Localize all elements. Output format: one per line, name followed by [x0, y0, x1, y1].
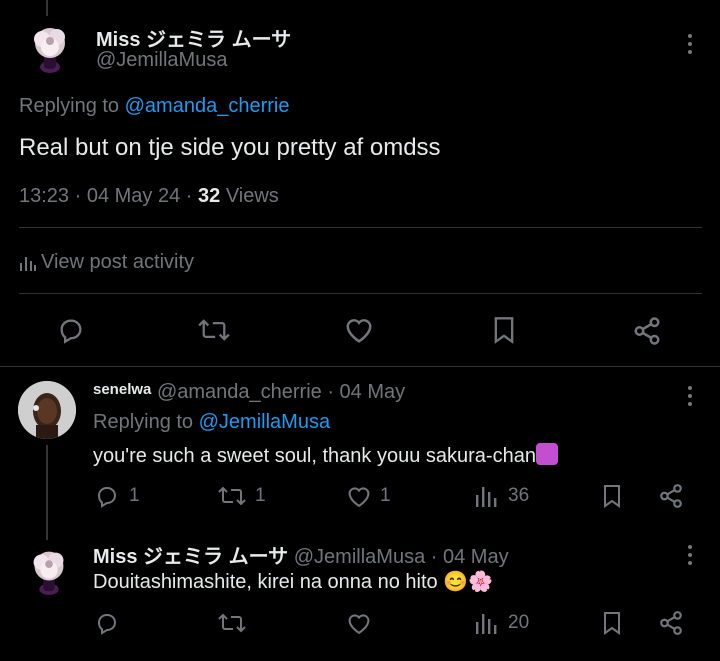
retweet-icon[interactable] [218, 484, 246, 508]
reply-text-body: you're such a sweet soul, thank youu sak… [93, 445, 536, 467]
avatar[interactable] [18, 381, 76, 439]
heart-emoji: 💟 [535, 443, 558, 465]
thread-line-top [46, 0, 48, 16]
retweet-icon[interactable] [198, 316, 230, 344]
reply-count: 1 [129, 485, 140, 506]
user-handle[interactable]: @amanda_cherrie [157, 381, 322, 403]
post-activity-label[interactable]: View post activity [41, 251, 194, 273]
display-name[interactable]: Miss ジェミラ ムーサ [93, 546, 288, 568]
display-name[interactable]: senelwa [93, 381, 151, 398]
replying-to-line: Replying to @JemillaMusa [93, 411, 330, 434]
analytics-icon[interactable] [475, 485, 497, 507]
user-handle[interactable]: @JemillaMusa [96, 49, 227, 72]
retweet-icon[interactable] [218, 611, 246, 635]
like-icon[interactable] [346, 485, 372, 508]
reply-header: Miss ジェミラ ムーサ @JemillaMusa · 04 May [93, 540, 509, 569]
user-handle[interactable]: @JemillaMusa [294, 546, 425, 568]
views-label: Views [225, 185, 279, 207]
divider [19, 293, 702, 294]
smile-flower-emoji: 😊🌸 [443, 571, 494, 593]
like-count: 1 [380, 485, 391, 506]
view-count: 20 [508, 612, 530, 633]
reply-date[interactable]: · 04 May [431, 546, 509, 568]
thread-line-reply [46, 445, 48, 540]
analytics-icon [19, 255, 37, 271]
bookmark-icon[interactable] [492, 316, 516, 344]
reply-icon[interactable] [57, 316, 85, 344]
reply-date[interactable]: · 04 May [327, 381, 405, 403]
tweet-timestamp[interactable]: 13:23 · 04 May 24 · [19, 185, 192, 207]
like-icon[interactable] [346, 612, 372, 635]
retweet-count: 1 [255, 485, 266, 506]
replying-to-label: Replying to [19, 95, 120, 117]
bookmark-icon[interactable] [602, 611, 622, 635]
reply-text-body: Douitashimashite, kirei na onna no hito [93, 571, 438, 593]
more-icon[interactable] [688, 545, 692, 569]
more-icon[interactable] [688, 386, 692, 410]
like-icon[interactable] [344, 316, 374, 344]
replying-to-handle[interactable]: @amanda_cherrie [125, 95, 290, 117]
reply-text: Douitashimashite, kirei na onna no hito … [93, 569, 493, 594]
reply-icon[interactable] [95, 484, 119, 508]
analytics-icon[interactable] [475, 612, 497, 634]
reply-text: you're such a sweet soul, thank youu sak… [93, 443, 558, 468]
post-activity-link[interactable]: View post activity [19, 251, 194, 274]
tweet-text: Real but on tje side you pretty af omdss [19, 134, 441, 161]
replying-to-handle[interactable]: @JemillaMusa [199, 411, 330, 433]
avatar[interactable] [22, 541, 76, 595]
avatar[interactable] [22, 17, 78, 73]
divider [0, 366, 720, 367]
view-count: 36 [508, 485, 530, 506]
reply-header: senelwa @amanda_cherrie · 04 May [93, 381, 405, 404]
bookmark-icon[interactable] [602, 484, 622, 508]
tweet-meta: 13:23 · 04 May 24 · 32 Views [19, 185, 279, 208]
views-count: 32 [198, 185, 221, 207]
replying-to-label: Replying to [93, 411, 194, 433]
display-name[interactable]: Miss ジェミラ ムーサ [96, 23, 291, 52]
replying-to-line: Replying to @amanda_cherrie [19, 95, 289, 118]
share-icon[interactable] [658, 483, 684, 509]
share-icon[interactable] [658, 610, 684, 636]
share-icon[interactable] [632, 316, 662, 346]
more-icon[interactable] [688, 34, 692, 58]
divider [19, 227, 702, 228]
reply-icon[interactable] [95, 611, 119, 635]
